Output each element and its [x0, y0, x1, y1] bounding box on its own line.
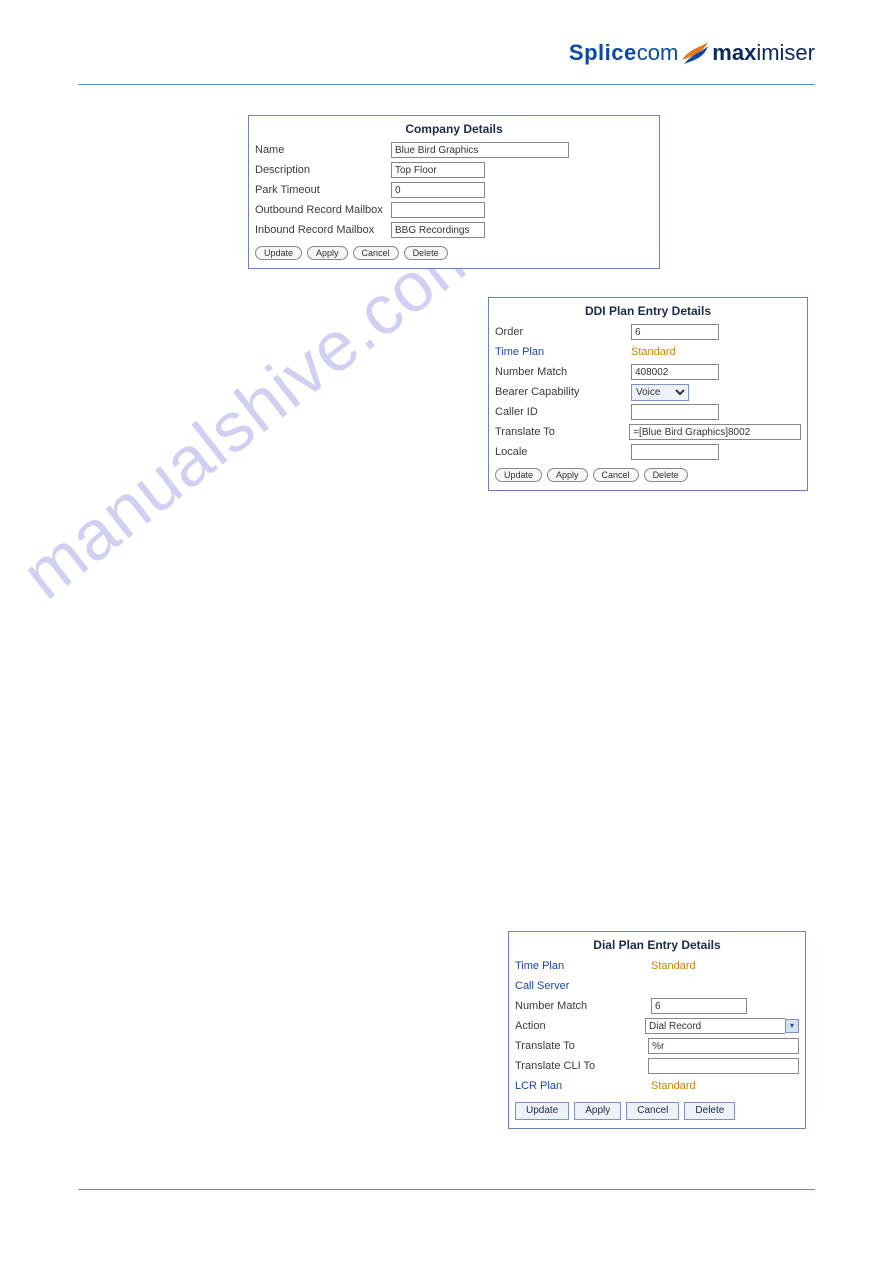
ddi-locale-input[interactable] [631, 444, 719, 460]
dial-delete-button[interactable]: Delete [684, 1102, 735, 1120]
dial-translate-to-label: Translate To [515, 1040, 648, 1052]
ddi-time-plan-label[interactable]: Time Plan [495, 346, 631, 358]
inbound-record-mailbox-label: Inbound Record Mailbox [255, 224, 391, 236]
dial-time-plan-value[interactable]: Standard [651, 960, 696, 972]
company-cancel-button[interactable]: Cancel [353, 246, 399, 260]
company-details-panel: Company Details Name Description Park Ti… [248, 115, 660, 269]
dial-translate-cli-to-input[interactable] [648, 1058, 799, 1074]
page-header: Splice com max imiser [78, 40, 815, 85]
company-delete-button[interactable]: Delete [404, 246, 448, 260]
company-details-title: Company Details [255, 120, 653, 140]
ddi-locale-label: Locale [495, 446, 631, 458]
dial-plan-entry-title: Dial Plan Entry Details [515, 936, 799, 956]
ddi-translate-to-label: Translate To [495, 426, 629, 438]
description-input[interactable] [391, 162, 485, 178]
dial-apply-button[interactable]: Apply [574, 1102, 621, 1120]
ddi-bearer-capability-select[interactable]: Voice [631, 384, 689, 401]
park-timeout-label: Park Timeout [255, 184, 391, 196]
dial-plan-entry-panel: Dial Plan Entry Details Time Plan Standa… [508, 931, 806, 1129]
dial-translate-cli-to-label: Translate CLI To [515, 1060, 648, 1072]
logo-text-com: com [637, 40, 679, 66]
logo-text-imiser: imiser [756, 40, 815, 66]
dial-translate-to-input[interactable] [648, 1038, 799, 1054]
outbound-record-mailbox-label: Outbound Record Mailbox [255, 204, 391, 216]
ddi-time-plan-value[interactable]: Standard [631, 346, 676, 358]
ddi-cancel-button[interactable]: Cancel [593, 468, 639, 482]
swoosh-icon [680, 40, 710, 66]
logo-text-max: max [712, 40, 756, 66]
company-update-button[interactable]: Update [255, 246, 302, 260]
dial-call-server-label[interactable]: Call Server [515, 980, 651, 992]
dial-lcr-plan-label[interactable]: LCR Plan [515, 1080, 651, 1092]
ddi-order-label: Order [495, 326, 631, 338]
ddi-delete-button[interactable]: Delete [644, 468, 688, 482]
footer-divider [78, 1189, 815, 1190]
dial-number-match-label: Number Match [515, 1000, 651, 1012]
name-input[interactable] [391, 142, 569, 158]
ddi-caller-id-input[interactable] [631, 404, 719, 420]
name-label: Name [255, 144, 391, 156]
ddi-order-input[interactable] [631, 324, 719, 340]
ddi-apply-button[interactable]: Apply [547, 468, 588, 482]
logo-text-splice: Splice [569, 40, 637, 66]
ddi-update-button[interactable]: Update [495, 468, 542, 482]
dial-number-match-input[interactable] [651, 998, 747, 1014]
ddi-number-match-input[interactable] [631, 364, 719, 380]
ddi-plan-entry-title: DDI Plan Entry Details [495, 302, 801, 322]
logo: Splice com max imiser [569, 40, 815, 66]
park-timeout-input[interactable] [391, 182, 485, 198]
dial-action-select-value[interactable] [645, 1018, 785, 1034]
dial-cancel-button[interactable]: Cancel [626, 1102, 679, 1120]
dial-update-button[interactable]: Update [515, 1102, 569, 1120]
dial-time-plan-label[interactable]: Time Plan [515, 960, 651, 972]
ddi-bearer-capability-label: Bearer Capability [495, 386, 631, 398]
description-label: Description [255, 164, 391, 176]
ddi-translate-to-input[interactable] [629, 424, 801, 440]
outbound-record-mailbox-input[interactable] [391, 202, 485, 218]
dial-action-label: Action [515, 1020, 645, 1032]
chevron-down-icon[interactable]: ▾ [785, 1019, 799, 1033]
dial-lcr-plan-value[interactable]: Standard [651, 1080, 696, 1092]
ddi-plan-entry-panel: DDI Plan Entry Details Order Time Plan S… [488, 297, 808, 491]
ddi-number-match-label: Number Match [495, 366, 631, 378]
ddi-caller-id-label: Caller ID [495, 406, 631, 418]
company-apply-button[interactable]: Apply [307, 246, 348, 260]
inbound-record-mailbox-input[interactable] [391, 222, 485, 238]
